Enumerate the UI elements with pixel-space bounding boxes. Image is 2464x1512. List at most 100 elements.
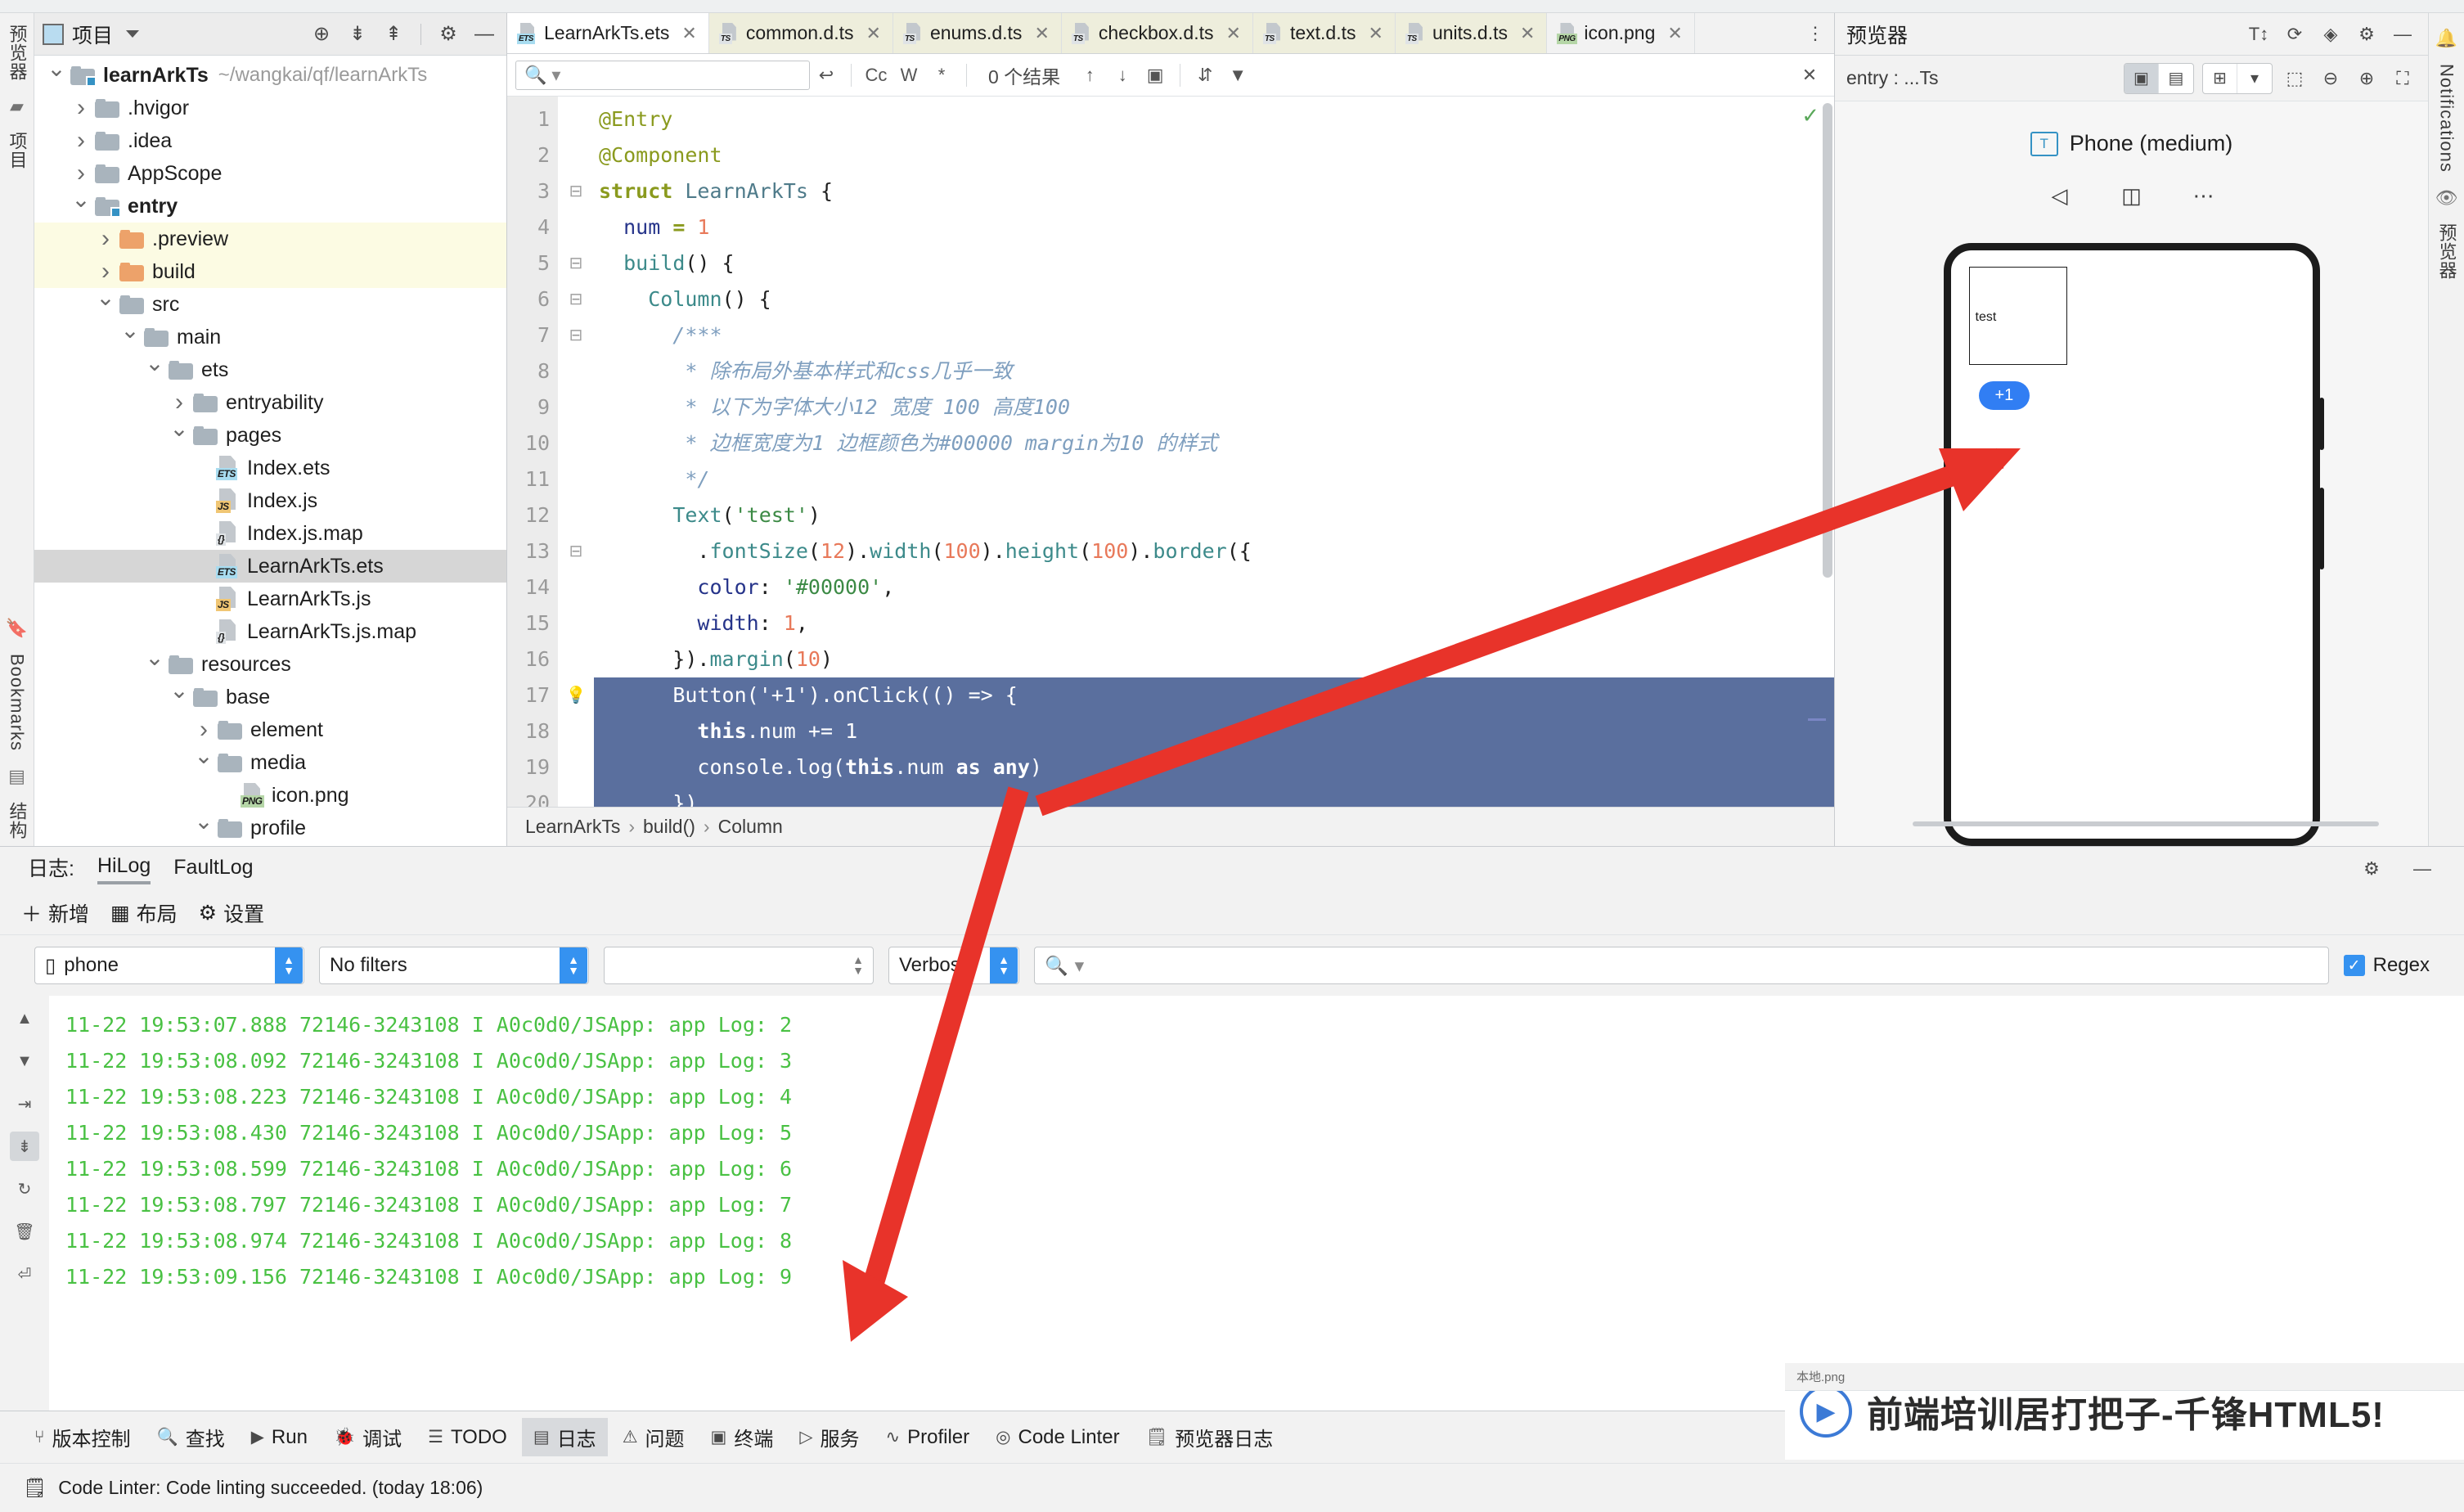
breadcrumb-item[interactable]: Column: [718, 816, 783, 838]
filter-icon[interactable]: ▼: [1221, 59, 1254, 92]
log-toolbar-item[interactable]: ⚙设置: [199, 898, 264, 928]
tree-item[interactable]: AppScope: [34, 157, 506, 190]
tree-item[interactable]: JSLearnArkTs.js: [34, 583, 506, 615]
scroll-to-end-icon[interactable]: ⇟: [10, 1132, 39, 1161]
close-icon[interactable]: ✕: [1034, 23, 1049, 44]
rail-label-bookmarks[interactable]: Bookmarks: [7, 647, 28, 758]
scroll-up-icon[interactable]: ▲: [10, 1004, 39, 1033]
log-line[interactable]: 11-22 19:53:08.599 72146-3243108 I A0c0d…: [65, 1151, 2448, 1187]
status-bar-item[interactable]: ∿Profiler: [875, 1421, 982, 1454]
code-line[interactable]: * 边框宽度为1 边框颜色为#00000 margin为10 的样式: [594, 425, 1834, 461]
code-line[interactable]: Column() {: [594, 281, 1834, 317]
fold-toggle-icon[interactable]: ⊟: [558, 245, 594, 281]
rail-label-preview[interactable]: 预览器: [4, 18, 30, 88]
code-line[interactable]: @Entry: [594, 101, 1834, 137]
log-line[interactable]: 11-22 19:53:08.092 72146-3243108 I A0c0d…: [65, 1043, 2448, 1079]
code-line[interactable]: color: '#00000',: [594, 569, 1834, 605]
tree-item[interactable]: main: [34, 321, 506, 353]
log-toolbar[interactable]: ＋新增▦布局⚙设置: [0, 891, 2464, 935]
tree-item[interactable]: resources: [34, 648, 506, 681]
tab-overflow-icon[interactable]: ⋮: [1796, 13, 1834, 53]
log-line[interactable]: 11-22 19:53:07.888 72146-3243108 I A0c0d…: [65, 1007, 2448, 1043]
tree-item[interactable]: element: [34, 713, 506, 746]
phone-mockup[interactable]: test +1: [1944, 243, 2320, 846]
tree-item[interactable]: .preview: [34, 223, 506, 255]
layers-icon[interactable]: ▤: [2159, 64, 2193, 93]
device-select-spinner[interactable]: ▲▼: [275, 947, 303, 983]
breadcrumb-item[interactable]: LearnArkTs: [525, 816, 620, 838]
tree-twisty-icon[interactable]: [67, 96, 95, 120]
rail-label-project[interactable]: 项目: [4, 125, 30, 176]
zoom-out-icon[interactable]: ⊖: [2317, 65, 2345, 92]
search-input[interactable]: 🔍▾: [515, 61, 810, 90]
tree-item[interactable]: JSIndex.js: [34, 484, 506, 517]
breadcrumb-item[interactable]: build(): [643, 816, 695, 838]
tree-twisty-icon[interactable]: [165, 426, 193, 445]
grid-icon[interactable]: ⊞: [2203, 64, 2237, 93]
log-output-area[interactable]: ▲ ▼ ⇥ ⇟ ↻ 🗑 ⏎ 11-22 19:53:07.888 72146-3…: [0, 996, 2464, 1411]
tree-twisty-icon[interactable]: [165, 390, 193, 415]
preview-canvas[interactable]: T Phone (medium) ◁ ◫ ⋯ test +1: [1835, 101, 2428, 846]
code-line[interactable]: }): [594, 785, 1834, 807]
filter-select[interactable]: No filters ▲▼: [319, 947, 589, 984]
editor-scrollbar[interactable]: [1823, 103, 1832, 578]
prev-match-icon[interactable]: ↑: [1073, 59, 1106, 92]
process-select-spinner[interactable]: ▲▼: [844, 947, 872, 983]
frame-icon[interactable]: ⬚: [2281, 65, 2309, 92]
soft-wrap-icon[interactable]: ⏎: [10, 1259, 39, 1289]
tree-twisty-icon[interactable]: [92, 227, 119, 251]
close-icon[interactable]: ✕: [1226, 23, 1241, 44]
close-icon[interactable]: ✕: [1667, 23, 1682, 44]
close-icon[interactable]: ✕: [1369, 23, 1383, 44]
preview-path-chip[interactable]: entry : ...Ts: [1846, 67, 1938, 89]
orientation-icon[interactable]: ◫: [2103, 176, 2160, 215]
restart-icon[interactable]: ↻: [10, 1174, 39, 1204]
editor-tab[interactable]: TStext.d.ts✕: [1253, 13, 1396, 53]
close-icon[interactable]: ✕: [681, 23, 696, 44]
tree-item[interactable]: build: [34, 255, 506, 288]
code-line[interactable]: */: [594, 461, 1834, 497]
editor-tab[interactable]: TSunits.d.ts✕: [1396, 13, 1547, 53]
rail-label-previewer[interactable]: 预览器: [2434, 217, 2460, 286]
collapse-all-icon[interactable]: ⇞: [380, 20, 407, 48]
whole-words-button[interactable]: W: [893, 59, 925, 92]
preview-view-toggle[interactable]: ▣ ▤: [2124, 63, 2194, 94]
chevron-down-icon[interactable]: ▾: [1075, 955, 1085, 977]
tree-item[interactable]: ETSLearnArkTs.ets: [34, 550, 506, 583]
structure-icon[interactable]: ▤: [5, 764, 29, 789]
code-text-area[interactable]: @Entry@Componentstruct LearnArkTs { num …: [594, 97, 1834, 807]
status-bar-item[interactable]: ◎Code Linter: [984, 1421, 1131, 1454]
level-select[interactable]: Verbose ▲▼: [888, 947, 1019, 984]
trash-icon[interactable]: 🗑: [10, 1217, 39, 1246]
code-line[interactable]: * 以下为字体大小12 宽度 100 高度100: [594, 389, 1834, 425]
status-bar-item[interactable]: ☰TODO: [416, 1421, 519, 1454]
tree-item[interactable]: entry: [34, 190, 506, 223]
close-icon[interactable]: ✕: [1520, 23, 1535, 44]
tree-item[interactable]: media: [34, 746, 506, 779]
preview-plus-one-button[interactable]: +1: [1979, 381, 2030, 410]
tree-item[interactable]: entryability: [34, 386, 506, 419]
status-bar-item[interactable]: 🗒预览器日志: [1135, 1418, 1285, 1456]
tree-twisty-icon[interactable]: [92, 259, 119, 284]
more-icon[interactable]: ⋯: [2175, 176, 2232, 215]
status-bar-item[interactable]: ▣终端: [699, 1418, 785, 1456]
rail-label-notifications[interactable]: Notifications: [2436, 57, 2457, 179]
tree-twisty-icon[interactable]: [165, 688, 193, 707]
code-editor[interactable]: 12345678910111213141516171819202122 ⊟⊟⊟⊟…: [507, 97, 1834, 807]
code-line[interactable]: @Component: [594, 137, 1834, 173]
minimize-icon[interactable]: —: [470, 20, 498, 48]
tree-twisty-icon[interactable]: [116, 328, 144, 347]
code-line[interactable]: Text('test'): [594, 497, 1834, 533]
preview-grid-toggle[interactable]: ⊞ ▾: [2202, 63, 2273, 94]
fold-toggle-icon[interactable]: ⊟: [558, 173, 594, 209]
fold-toggle-icon[interactable]: ⊟: [558, 317, 594, 353]
device-select[interactable]: ▯ phone ▲▼: [34, 947, 304, 984]
bookmark-icon[interactable]: 🔖: [5, 616, 29, 641]
tree-item[interactable]: ets: [34, 353, 506, 386]
log-search-input[interactable]: 🔍▾: [1034, 947, 2329, 984]
editor-tab[interactable]: ETSLearnArkTs.ets✕: [507, 13, 709, 53]
code-line[interactable]: this.num += 1: [594, 713, 1834, 749]
tree-item[interactable]: {}Index.js.map: [34, 517, 506, 550]
tree-item[interactable]: {}LearnArkTs.js.map: [34, 615, 506, 648]
rail-label-structure[interactable]: 结构: [4, 795, 30, 846]
